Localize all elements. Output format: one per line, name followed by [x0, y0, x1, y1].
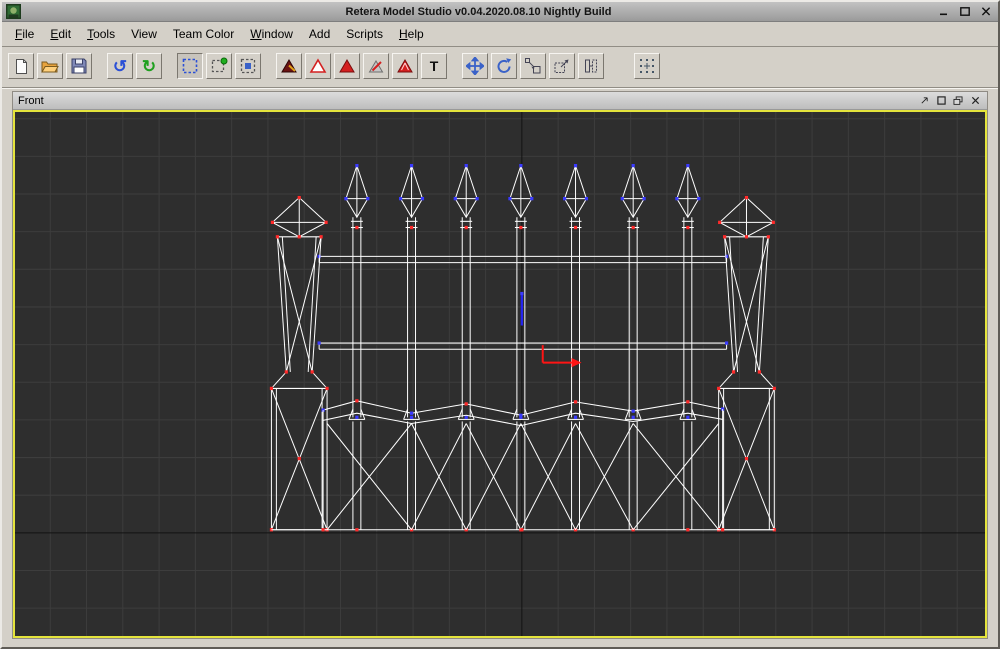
vertex-edit-button[interactable]	[276, 53, 302, 79]
float-arrow-icon	[920, 96, 929, 105]
move-arrows-icon	[466, 57, 484, 75]
minimize-icon	[939, 7, 949, 16]
move-tool-button[interactable]	[462, 53, 488, 79]
triangle-pencil-icon	[367, 57, 385, 75]
redo-button[interactable]: ↻	[136, 53, 162, 79]
toolbar: ↺ ↻	[2, 47, 998, 88]
viewport-canvas[interactable]	[15, 112, 985, 636]
undo-button[interactable]: ↺	[107, 53, 133, 79]
menu-item-file[interactable]: File	[10, 25, 39, 43]
app-logo-icon	[6, 4, 21, 19]
viewport-float-button[interactable]	[917, 94, 931, 107]
close-icon	[981, 7, 991, 16]
viewport-maximize-icon	[937, 96, 946, 105]
maximize-button[interactable]	[957, 5, 973, 19]
maximize-icon	[960, 7, 970, 16]
triangle-outline-icon	[309, 57, 327, 75]
menu-item-tools[interactable]: Tools	[82, 25, 120, 43]
menu-item-view[interactable]: View	[126, 25, 162, 43]
menu-item-edit[interactable]: Edit	[45, 25, 76, 43]
app-icon[interactable]	[6, 4, 21, 19]
menu-item-add[interactable]: Add	[304, 25, 335, 43]
normal-edit-button[interactable]	[363, 53, 389, 79]
viewport-restore-button[interactable]	[951, 94, 965, 107]
viewport-maximize-button[interactable]	[934, 94, 948, 107]
app-window: Retera Model Studio v0.04.2020.08.10 Nig…	[0, 0, 1000, 649]
add-selection-icon	[210, 57, 228, 75]
tpose-label: T	[430, 59, 439, 73]
rotate-arrow-icon	[495, 57, 513, 75]
extrude-icon	[553, 57, 571, 75]
window-controls	[936, 5, 994, 19]
titlebar: Retera Model Studio v0.04.2020.08.10 Nig…	[2, 2, 998, 22]
triangle-solid-icon	[338, 57, 356, 75]
viewport-header[interactable]: Front	[13, 92, 987, 110]
new-file-icon	[13, 58, 30, 75]
viewport-restore-icon	[953, 96, 963, 105]
snap-grid-icon	[638, 57, 656, 75]
extend-tool-button[interactable]	[578, 53, 604, 79]
viewport-title: Front	[18, 95, 914, 107]
viewport-close-icon	[971, 96, 980, 105]
save-button[interactable]	[66, 53, 92, 79]
menu-item-scripts[interactable]: Scripts	[341, 25, 388, 43]
extend-icon	[582, 57, 600, 75]
menu-item-window[interactable]: Window	[245, 25, 298, 43]
mesh-edit-button[interactable]	[392, 53, 418, 79]
triangle-hatched-icon	[396, 57, 414, 75]
open-folder-icon	[41, 59, 59, 74]
save-icon	[71, 58, 87, 74]
tpose-button[interactable]: T	[421, 53, 447, 79]
redo-icon: ↻	[142, 58, 156, 75]
deselect-mode-button[interactable]	[235, 53, 261, 79]
viewport-canvas-wrap	[13, 110, 987, 638]
scale-tool-button[interactable]	[520, 53, 546, 79]
new-file-button[interactable]	[8, 53, 34, 79]
wireframe-edit-button[interactable]	[305, 53, 331, 79]
menu-item-help[interactable]: Help	[394, 25, 429, 43]
open-button[interactable]	[37, 53, 63, 79]
menu-item-team-color[interactable]: Team Color	[168, 25, 239, 43]
scale-icon	[524, 57, 542, 75]
face-edit-button[interactable]	[334, 53, 360, 79]
add-selection-mode-button[interactable]	[206, 53, 232, 79]
minimize-button[interactable]	[936, 5, 952, 19]
select-mode-button[interactable]	[177, 53, 203, 79]
select-marquee-icon	[181, 57, 199, 75]
viewport-close-button[interactable]	[968, 94, 982, 107]
window-title: Retera Model Studio v0.04.2020.08.10 Nig…	[25, 6, 932, 18]
undo-icon: ↺	[113, 58, 127, 75]
dark-triangle-pen-icon	[280, 57, 298, 75]
snap-button[interactable]	[634, 53, 660, 79]
rotate-tool-button[interactable]	[491, 53, 517, 79]
close-button[interactable]	[978, 5, 994, 19]
menubar: File Edit Tools View Team Color Window Add Scri…	[2, 22, 998, 47]
deselect-icon	[239, 57, 257, 75]
extrude-tool-button[interactable]	[549, 53, 575, 79]
viewport-panel-front: Front	[12, 91, 988, 639]
